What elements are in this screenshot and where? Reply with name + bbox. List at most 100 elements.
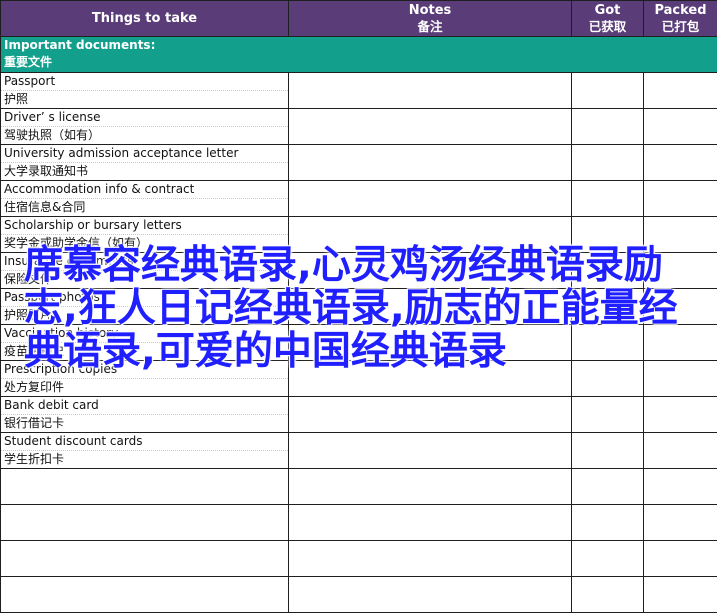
got-cell[interactable] bbox=[571, 432, 644, 469]
got-cell[interactable] bbox=[571, 144, 644, 181]
item-label-zh: 疫苗接种史 bbox=[4, 344, 65, 358]
item-label-zh: 处方复印件 bbox=[4, 380, 65, 394]
notes-cell[interactable] bbox=[288, 504, 572, 541]
got-cell[interactable] bbox=[571, 540, 644, 577]
got-cell[interactable] bbox=[571, 324, 644, 361]
section-title: Important documents: 重要文件 bbox=[0, 36, 717, 73]
got-cell[interactable] bbox=[571, 108, 644, 145]
item-label-zh: 护照照片 bbox=[4, 308, 53, 322]
section-title-en: Important documents: bbox=[4, 38, 156, 52]
blank-row bbox=[0, 540, 717, 577]
packed-cell[interactable] bbox=[643, 180, 717, 217]
table-row: University admission acceptance letter 大学… bbox=[0, 144, 717, 181]
item-label-zh: 大学录取通知书 bbox=[4, 164, 89, 178]
item-label-zh: 银行借记卡 bbox=[4, 416, 65, 430]
item-label-en: Vaccination history bbox=[1, 326, 288, 343]
header-packed-label-zh: 已打包 bbox=[661, 18, 700, 34]
header-got-label-zh: 已获取 bbox=[588, 18, 627, 34]
got-cell[interactable] bbox=[571, 360, 644, 397]
notes-cell[interactable] bbox=[288, 144, 572, 181]
item-label-en: Bank debit card bbox=[1, 398, 288, 415]
notes-cell[interactable] bbox=[288, 216, 572, 253]
item-cell-empty[interactable] bbox=[0, 504, 289, 541]
item-label-en: Student discount cards bbox=[1, 434, 288, 451]
packed-cell[interactable] bbox=[643, 216, 717, 253]
got-cell[interactable] bbox=[571, 468, 644, 505]
table-row: Passport 护照 bbox=[0, 72, 717, 109]
notes-cell[interactable] bbox=[288, 468, 572, 505]
item-cell: Accommodation info & contract 住宿信息&合同 bbox=[0, 180, 289, 217]
item-cell: Bank debit card 银行借记卡 bbox=[0, 396, 289, 433]
item-cell: University admission acceptance letter 大学… bbox=[0, 144, 289, 181]
item-label-en: Prescription copies bbox=[1, 362, 288, 379]
packed-cell[interactable] bbox=[643, 72, 717, 109]
got-cell[interactable] bbox=[571, 72, 644, 109]
got-cell[interactable] bbox=[571, 504, 644, 541]
packed-cell[interactable] bbox=[643, 504, 717, 541]
packed-cell[interactable] bbox=[643, 324, 717, 361]
header-got-label: Got bbox=[594, 2, 621, 18]
got-cell[interactable] bbox=[571, 216, 644, 253]
notes-cell[interactable] bbox=[288, 252, 572, 289]
notes-cell[interactable] bbox=[288, 540, 572, 577]
table-row: Bank debit card 银行借记卡 bbox=[0, 396, 717, 433]
item-label-en: Scholarship or bursary letters bbox=[1, 218, 288, 235]
packed-cell[interactable] bbox=[643, 396, 717, 433]
got-cell[interactable] bbox=[571, 576, 644, 613]
item-cell: Vaccination history 疫苗接种史 bbox=[0, 324, 289, 361]
packing-checklist-sheet: Things to take Notes 备注 Got 已获取 Packed 已… bbox=[0, 0, 717, 614]
table-row: Vaccination history 疫苗接种史 bbox=[0, 324, 717, 361]
item-label-zh: 保险文件 bbox=[4, 272, 53, 286]
notes-cell[interactable] bbox=[288, 288, 572, 325]
item-cell-empty[interactable] bbox=[0, 576, 289, 613]
header-notes-label: Notes bbox=[408, 2, 452, 18]
blank-row bbox=[0, 504, 717, 541]
header-notes: Notes 备注 bbox=[288, 0, 572, 37]
header-things-to-take: Things to take bbox=[0, 0, 289, 37]
item-cell-empty[interactable] bbox=[0, 468, 289, 505]
section-title-zh: 重要文件 bbox=[4, 55, 53, 69]
got-cell[interactable] bbox=[571, 252, 644, 289]
packed-cell[interactable] bbox=[643, 540, 717, 577]
table-row: Student discount cards 学生折扣卡 bbox=[0, 432, 717, 469]
item-label-en: Passport photos bbox=[1, 290, 288, 307]
section-row-important-documents: Important documents: 重要文件 bbox=[0, 36, 717, 73]
packed-cell[interactable] bbox=[643, 468, 717, 505]
table-row: Driver’ s license 驾驶执照（如有） bbox=[0, 108, 717, 145]
item-label-zh: 驾驶执照（如有） bbox=[4, 128, 101, 142]
notes-cell[interactable] bbox=[288, 396, 572, 433]
packed-cell[interactable] bbox=[643, 576, 717, 613]
item-label-zh: 学生折扣卡 bbox=[4, 452, 65, 466]
got-cell[interactable] bbox=[571, 396, 644, 433]
item-cell: Passport photos 护照照片 bbox=[0, 288, 289, 325]
item-label-en: Passport bbox=[1, 74, 288, 91]
notes-cell[interactable] bbox=[288, 432, 572, 469]
header-notes-label-zh: 备注 bbox=[417, 18, 443, 34]
packed-cell[interactable] bbox=[643, 432, 717, 469]
notes-cell[interactable] bbox=[288, 180, 572, 217]
got-cell[interactable] bbox=[571, 288, 644, 325]
packed-cell[interactable] bbox=[643, 108, 717, 145]
notes-cell[interactable] bbox=[288, 324, 572, 361]
packed-cell[interactable] bbox=[643, 252, 717, 289]
packed-cell[interactable] bbox=[643, 360, 717, 397]
notes-cell[interactable] bbox=[288, 360, 572, 397]
header-row: Things to take Notes 备注 Got 已获取 Packed 已… bbox=[0, 0, 717, 37]
item-label-zh: 住宿信息&合同 bbox=[4, 200, 86, 214]
packed-cell[interactable] bbox=[643, 144, 717, 181]
checklist-table: Things to take Notes 备注 Got 已获取 Packed 已… bbox=[0, 0, 717, 613]
header-things-to-take-label: Things to take bbox=[91, 10, 198, 26]
item-label-en: Driver’ s license bbox=[1, 110, 288, 127]
notes-cell[interactable] bbox=[288, 72, 572, 109]
item-cell: Prescription copies 处方复印件 bbox=[0, 360, 289, 397]
packed-cell[interactable] bbox=[643, 288, 717, 325]
item-cell: Driver’ s license 驾驶执照（如有） bbox=[0, 108, 289, 145]
item-cell: Scholarship or bursary letters 奖学金或助学金信（如… bbox=[0, 216, 289, 253]
item-label-en: Insurance documents bbox=[1, 254, 288, 271]
notes-cell[interactable] bbox=[288, 576, 572, 613]
item-cell: Insurance documents 保险文件 bbox=[0, 252, 289, 289]
notes-cell[interactable] bbox=[288, 108, 572, 145]
got-cell[interactable] bbox=[571, 180, 644, 217]
table-row: Insurance documents 保险文件 bbox=[0, 252, 717, 289]
item-cell-empty[interactable] bbox=[0, 540, 289, 577]
